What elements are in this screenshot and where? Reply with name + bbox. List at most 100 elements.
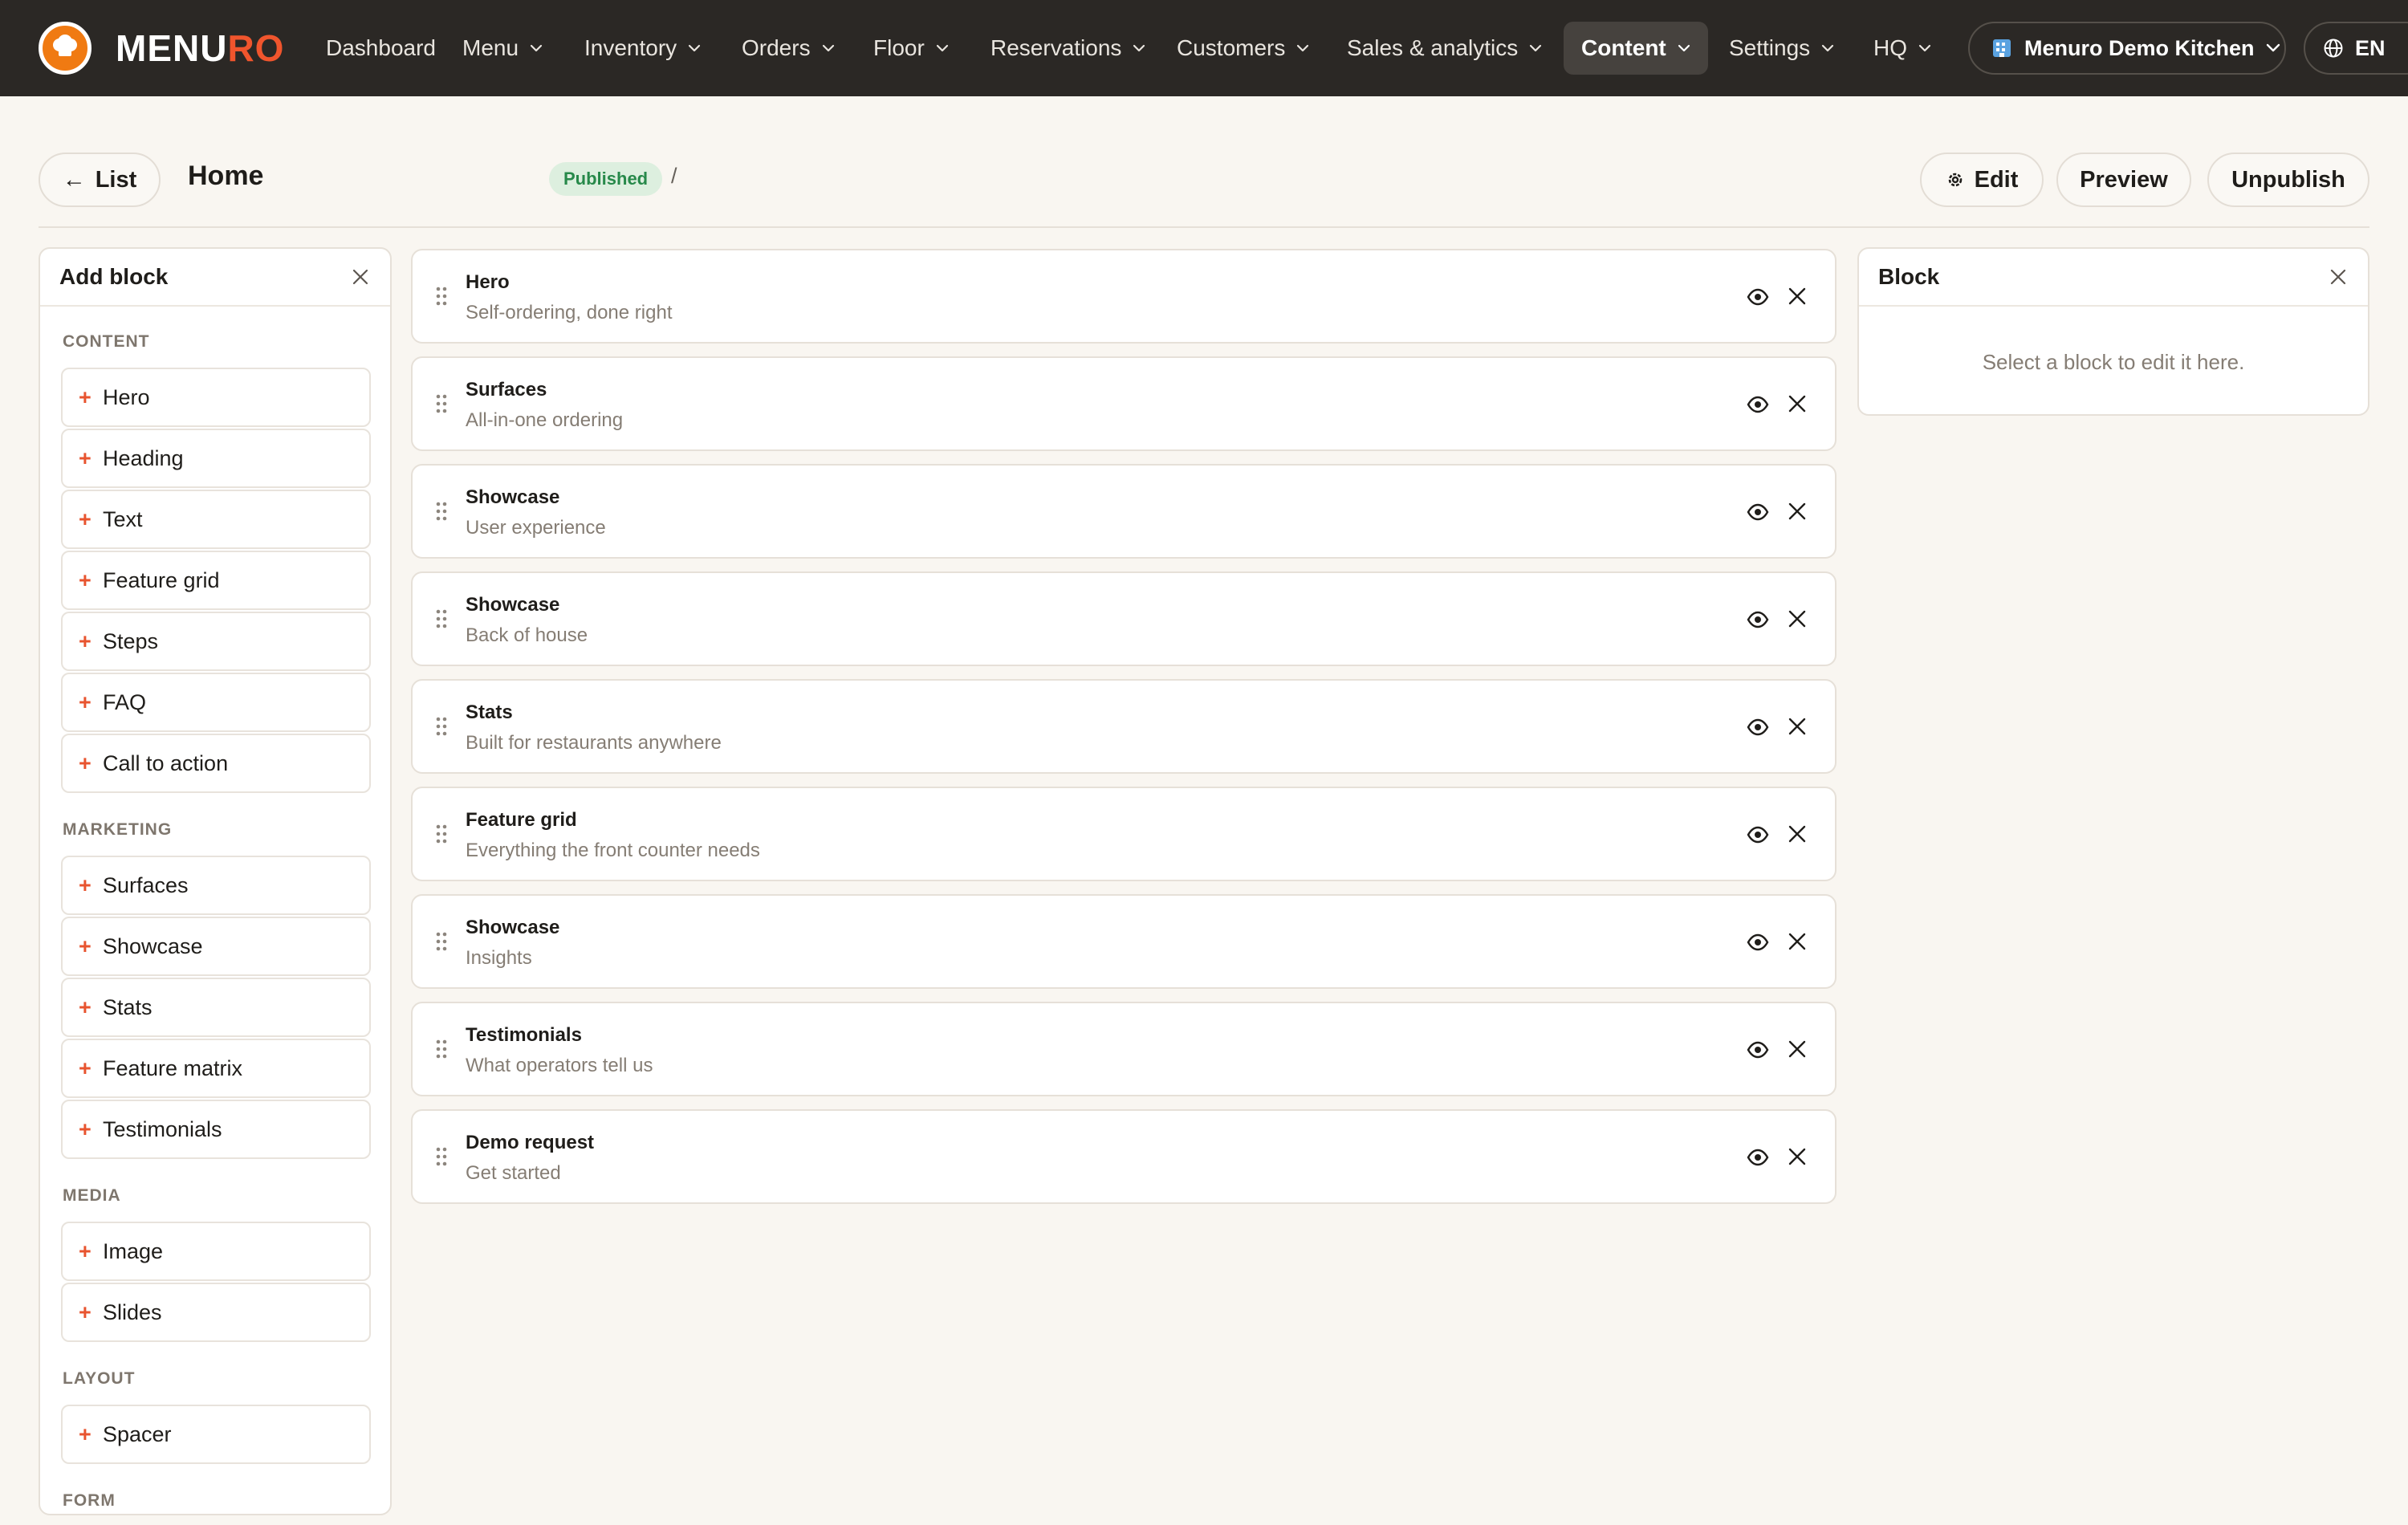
drag-handle-icon[interactable] xyxy=(435,716,448,737)
plus-icon: + xyxy=(79,750,92,775)
chevron-down-icon xyxy=(2266,43,2280,52)
nav-item-dashboard[interactable]: Dashboard xyxy=(308,22,454,75)
brand[interactable]: MENURO xyxy=(39,22,284,75)
add-block-item[interactable]: + FAQ xyxy=(61,673,371,732)
plus-icon: + xyxy=(79,1238,92,1263)
breadcrumb-separator: / xyxy=(671,164,677,188)
remove-icon[interactable] xyxy=(1785,499,1809,523)
block-description: Back of house xyxy=(466,624,588,646)
block-name: Feature grid xyxy=(466,809,577,831)
block-description: Insights xyxy=(466,947,532,969)
block-row[interactable]: Showcase Insights xyxy=(411,894,1837,989)
back-to-list-button[interactable]: ← List xyxy=(39,152,161,207)
drag-handle-icon[interactable] xyxy=(435,1146,448,1167)
drag-handle-icon[interactable] xyxy=(435,608,448,629)
add-block-item[interactable]: + Image xyxy=(61,1222,371,1281)
add-block-item[interactable]: + Text xyxy=(61,490,371,549)
plus-icon: + xyxy=(79,628,92,653)
nav-item-inventory[interactable]: Inventory xyxy=(567,22,718,75)
remove-icon[interactable] xyxy=(1785,822,1809,846)
nav-item-label: Floor xyxy=(873,35,925,60)
nav-item-orders[interactable]: Orders xyxy=(724,22,852,75)
add-block-item-label: Heading xyxy=(103,445,184,470)
eye-icon[interactable] xyxy=(1747,1039,1769,1061)
nav-item-reservations[interactable]: Reservations xyxy=(973,22,1163,75)
add-block-item-label: Testimonials xyxy=(103,1116,222,1141)
block-editor-panel: Block Select a block to edit it here. xyxy=(1857,247,2369,416)
section-label-media: MEDIA xyxy=(63,1186,121,1205)
add-block-item[interactable]: + Hero xyxy=(61,368,371,427)
nav-item-content[interactable]: Content xyxy=(1564,22,1708,75)
nav-item-settings[interactable]: Settings xyxy=(1711,22,1852,75)
drag-handle-icon[interactable] xyxy=(435,501,448,522)
drag-handle-icon[interactable] xyxy=(435,393,448,414)
eye-icon[interactable] xyxy=(1747,393,1769,416)
drag-handle-icon[interactable] xyxy=(435,931,448,952)
eye-icon[interactable] xyxy=(1747,824,1769,846)
remove-icon[interactable] xyxy=(1785,284,1809,308)
close-icon[interactable] xyxy=(348,265,372,289)
add-block-item[interactable]: + Slides xyxy=(61,1283,371,1342)
add-block-item[interactable]: + Showcase xyxy=(61,917,371,976)
add-block-item[interactable]: + Call to action xyxy=(61,734,371,793)
add-block-item[interactable]: + Testimonials xyxy=(61,1100,371,1159)
block-row[interactable]: Surfaces All-in-one ordering xyxy=(411,356,1837,451)
location-selector[interactable]: Menuro Demo Kitchen xyxy=(1968,22,2286,75)
eye-icon[interactable] xyxy=(1747,1146,1769,1169)
add-block-item[interactable]: + Feature grid xyxy=(61,551,371,610)
nav-item-sales-analytics[interactable]: Sales & analytics xyxy=(1329,22,1560,75)
add-block-item[interactable]: + Surfaces xyxy=(61,856,371,915)
brand-name-part1: MENU xyxy=(116,27,228,69)
edit-button[interactable]: Edit xyxy=(1920,152,2044,207)
nav-item-label: Content xyxy=(1581,35,1666,60)
add-block-item-label: Surfaces xyxy=(103,872,189,897)
eye-icon[interactable] xyxy=(1747,501,1769,523)
remove-icon[interactable] xyxy=(1785,1037,1809,1061)
close-icon[interactable] xyxy=(2326,265,2350,289)
nav-item-hq[interactable]: HQ xyxy=(1856,22,1949,75)
status-badge: Published xyxy=(549,162,663,196)
plus-icon: + xyxy=(79,872,92,897)
block-description: User experience xyxy=(466,517,606,539)
add-block-panel-title: Add block xyxy=(59,264,169,289)
nav-item-label: Settings xyxy=(1729,35,1811,60)
chevron-down-icon xyxy=(822,44,834,52)
nav-item-menu[interactable]: Menu xyxy=(445,22,560,75)
remove-icon[interactable] xyxy=(1785,929,1809,954)
block-description: Everything the front counter needs xyxy=(466,840,760,861)
add-block-item[interactable]: + Steps xyxy=(61,612,371,671)
block-row[interactable]: Demo request Get started xyxy=(411,1109,1837,1204)
eye-icon[interactable] xyxy=(1747,286,1769,308)
eye-icon[interactable] xyxy=(1747,716,1769,738)
remove-icon[interactable] xyxy=(1785,607,1809,631)
unpublish-button[interactable]: Unpublish xyxy=(2207,152,2369,207)
block-row[interactable]: Feature grid Everything the front counter… xyxy=(411,787,1837,881)
drag-handle-icon[interactable] xyxy=(435,286,448,307)
eye-icon[interactable] xyxy=(1747,931,1769,954)
add-block-item[interactable]: + Feature matrix xyxy=(61,1039,371,1098)
nav-item-customers[interactable]: Customers xyxy=(1159,22,1327,75)
block-name: Stats xyxy=(466,702,513,723)
add-block-item[interactable]: + Heading xyxy=(61,429,371,488)
chevron-down-icon xyxy=(1678,44,1690,52)
block-row[interactable]: Hero Self-ordering, done right xyxy=(411,249,1837,344)
remove-icon[interactable] xyxy=(1785,1145,1809,1169)
nav-item-floor[interactable]: Floor xyxy=(856,22,966,75)
remove-icon[interactable] xyxy=(1785,392,1809,416)
block-row[interactable]: Stats Built for restaurants anywhere xyxy=(411,679,1837,774)
eye-icon[interactable] xyxy=(1747,608,1769,631)
chevron-down-icon xyxy=(1530,44,1542,52)
block-row[interactable]: Showcase Back of house xyxy=(411,571,1837,666)
block-row[interactable]: Testimonials What operators tell us xyxy=(411,1002,1837,1096)
add-block-item-label: Showcase xyxy=(103,933,203,958)
block-editor-panel-header: Block xyxy=(1859,249,2368,307)
drag-handle-icon[interactable] xyxy=(435,824,448,844)
top-navigation: MENURO Dashboard Menu Inventory Orders Floor… xyxy=(0,0,2408,96)
remove-icon[interactable] xyxy=(1785,714,1809,738)
drag-handle-icon[interactable] xyxy=(435,1039,448,1059)
preview-button[interactable]: Preview xyxy=(2056,152,2191,207)
block-row[interactable]: Showcase User experience xyxy=(411,464,1837,559)
add-block-item[interactable]: + Spacer xyxy=(61,1405,371,1464)
language-selector[interactable]: EN xyxy=(2304,22,2408,75)
add-block-item[interactable]: + Stats xyxy=(61,978,371,1037)
